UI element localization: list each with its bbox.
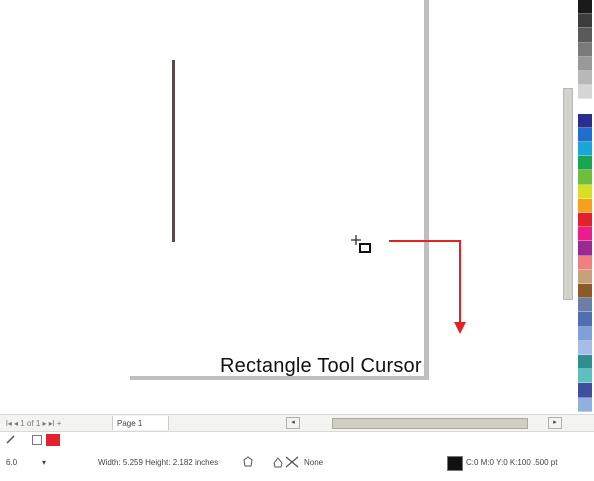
tab-page-1[interactable]: Page 1 (112, 416, 170, 430)
color-palette[interactable] (578, 0, 592, 412)
callout-label: Rectangle Tool Cursor (220, 355, 422, 377)
no-fill-icon[interactable] (272, 455, 302, 469)
palette-swatch[interactable] (578, 213, 592, 228)
palette-swatch[interactable] (578, 397, 592, 412)
bucket-icon[interactable] (243, 456, 253, 468)
palette-swatch[interactable] (578, 85, 592, 100)
page-navigation-bar: l◂ ◂ 1 of 1 ▸ ▸l + Page 1 ◂ ▸ (0, 414, 594, 432)
palette-swatch[interactable] (578, 241, 592, 256)
palette-swatch[interactable] (578, 284, 592, 299)
palette-swatch[interactable] (578, 127, 592, 143)
palette-swatch[interactable] (578, 369, 592, 384)
palette-swatch[interactable] (578, 71, 592, 86)
scroll-left-button[interactable]: ◂ (286, 417, 300, 429)
fill-status-label: None (304, 458, 324, 467)
chevron-down-icon[interactable]: ▾ (42, 458, 46, 467)
drawing-workspace[interactable]: Rectangle Tool Cursor (0, 0, 573, 400)
palette-swatch[interactable] (578, 312, 592, 327)
document-color-row (0, 432, 594, 448)
palette-swatch[interactable] (578, 42, 592, 57)
outline-color-chip[interactable] (447, 456, 463, 471)
palette-swatch[interactable] (578, 28, 592, 43)
annotation-arrowhead (454, 322, 466, 334)
palette-swatch[interactable] (578, 355, 592, 370)
palette-swatch[interactable] (578, 170, 592, 185)
palette-swatch[interactable] (578, 156, 592, 171)
palette-swatch[interactable] (578, 227, 592, 242)
palette-swatch[interactable] (578, 14, 592, 29)
page-border-right (424, 0, 429, 380)
palette-swatch[interactable] (578, 326, 592, 341)
palette-swatch[interactable] (578, 184, 592, 199)
annotation-leader-horizontal (389, 240, 461, 242)
drawn-vertical-line[interactable] (172, 60, 175, 242)
palette-swatch[interactable] (578, 142, 592, 157)
palette-swatch[interactable] (578, 255, 592, 270)
pen-icon[interactable] (6, 434, 16, 444)
rectangle-tool-cursor-icon (351, 235, 371, 253)
palette-swatch[interactable] (578, 198, 592, 214)
palette-swatch[interactable] (578, 298, 592, 313)
scroll-right-button[interactable]: ▸ (548, 417, 562, 429)
horizontal-scrollbar-thumb[interactable] (332, 418, 528, 429)
palette-swatch[interactable] (578, 99, 592, 114)
page-nav-controls[interactable]: l◂ ◂ 1 of 1 ▸ ▸l + (0, 419, 112, 428)
palette-swatch[interactable] (578, 340, 592, 356)
outline-color-readout: C:0 M:0 Y:0 K:100 .500 pt (466, 458, 558, 467)
palette-swatch[interactable] (578, 269, 592, 285)
palette-swatch[interactable] (578, 383, 592, 398)
palette-swatch[interactable] (578, 113, 592, 128)
fill-icon[interactable] (32, 435, 42, 445)
vertical-scrollbar-thumb[interactable] (563, 88, 573, 300)
status-bar: 6.0 ▾ Width: 5.259 Height: 2.182 inches … (0, 452, 594, 474)
object-dimensions: Width: 5.259 Height: 2.182 inches (98, 458, 219, 467)
palette-swatch[interactable] (578, 56, 592, 72)
page-tab-label: Page 1 (117, 418, 143, 428)
snap-value[interactable]: 6.0 (6, 458, 17, 467)
palette-swatch[interactable] (578, 0, 592, 15)
fill-color-swatch[interactable] (46, 434, 60, 446)
annotation-leader-vertical (459, 240, 461, 324)
